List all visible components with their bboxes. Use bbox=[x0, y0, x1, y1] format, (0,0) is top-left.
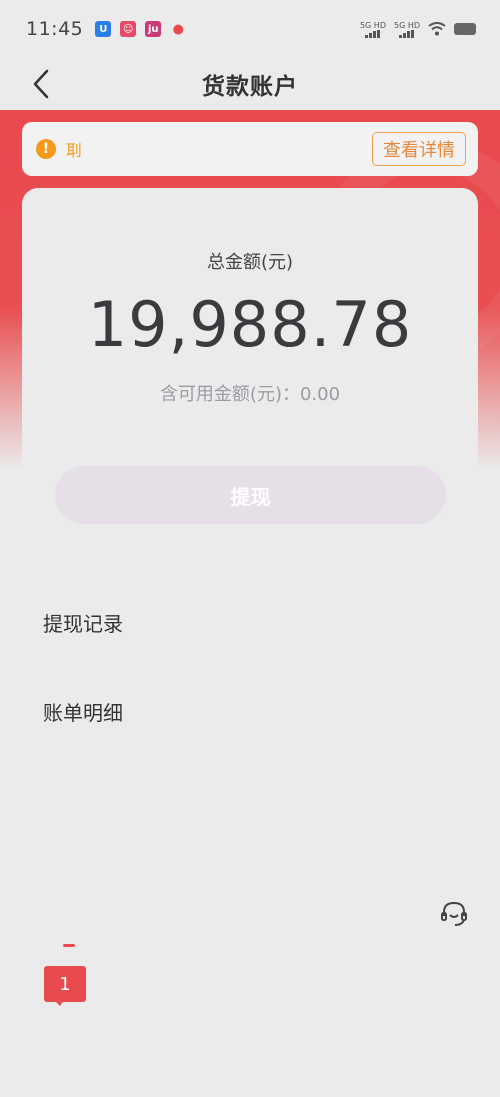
total-amount-value: 19,988.78 bbox=[87, 288, 413, 361]
alert-icon: ! bbox=[36, 139, 56, 159]
u-app-icon: U bbox=[95, 21, 112, 37]
available-amount-text: 含可用金额(元)：0.00 bbox=[159, 384, 341, 405]
headset-icon bbox=[441, 901, 467, 926]
notice-bar: ! 刵 查看详情 bbox=[22, 122, 478, 176]
menu-item-withdraw-records[interactable]: 提现记录 bbox=[43, 608, 123, 637]
notice-text: 刵 bbox=[66, 141, 83, 160]
chat-app-icon: ☺ bbox=[120, 21, 137, 37]
message-badge[interactable]: 1 bbox=[44, 966, 86, 1002]
ju-app-icon: ju bbox=[145, 21, 162, 37]
back-button[interactable] bbox=[26, 66, 56, 102]
decorative-dash bbox=[63, 944, 75, 947]
page-title: 货款账户 bbox=[202, 74, 298, 100]
view-details-button[interactable]: 查看详情 bbox=[372, 132, 466, 166]
status-bar: 11:45 U ☺ ju ● 5G HD 5G HD bbox=[0, 0, 500, 58]
signal-indicator-1: 5G HD bbox=[360, 21, 386, 38]
nav-header: 货款账户 bbox=[0, 58, 500, 110]
total-amount-label: 总金额(元) bbox=[206, 252, 294, 273]
menu-item-bill-details[interactable]: 账单明细 bbox=[43, 697, 123, 726]
status-app-icons: U ☺ ju ● bbox=[95, 21, 186, 37]
wifi-icon bbox=[428, 22, 446, 36]
message-badge-tail bbox=[54, 1000, 64, 1006]
signal-indicator-2: 5G HD bbox=[394, 21, 420, 38]
withdraw-button[interactable]: 提现 bbox=[55, 466, 446, 524]
battery-icon bbox=[454, 23, 476, 35]
location-icon: ● bbox=[172, 21, 184, 37]
customer-service-button[interactable] bbox=[438, 898, 470, 930]
balance-card: 总金额(元) 19,988.78 含可用金额(元)：0.00 bbox=[22, 188, 478, 488]
chevron-left-icon bbox=[33, 69, 49, 99]
status-time: 11:45 bbox=[26, 18, 84, 40]
